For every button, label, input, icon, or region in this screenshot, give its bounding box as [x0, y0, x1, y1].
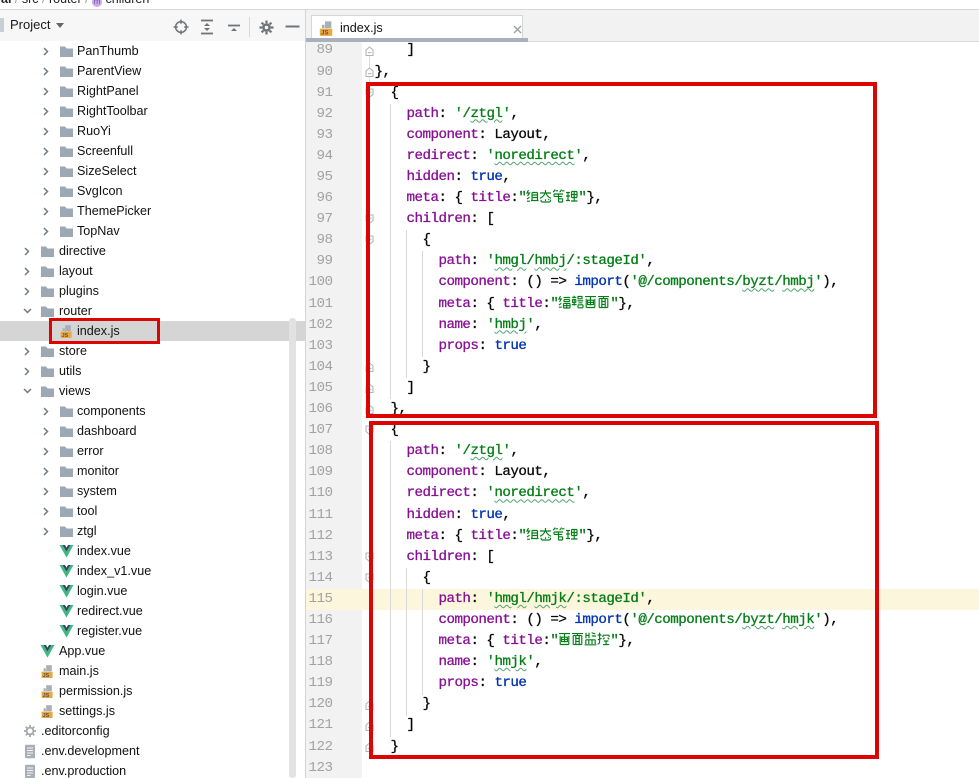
svg-text:JS: JS [43, 693, 50, 699]
svg-text:JS: JS [43, 713, 50, 719]
svg-text:JS: JS [321, 30, 328, 37]
svg-text:JS: JS [43, 673, 50, 679]
